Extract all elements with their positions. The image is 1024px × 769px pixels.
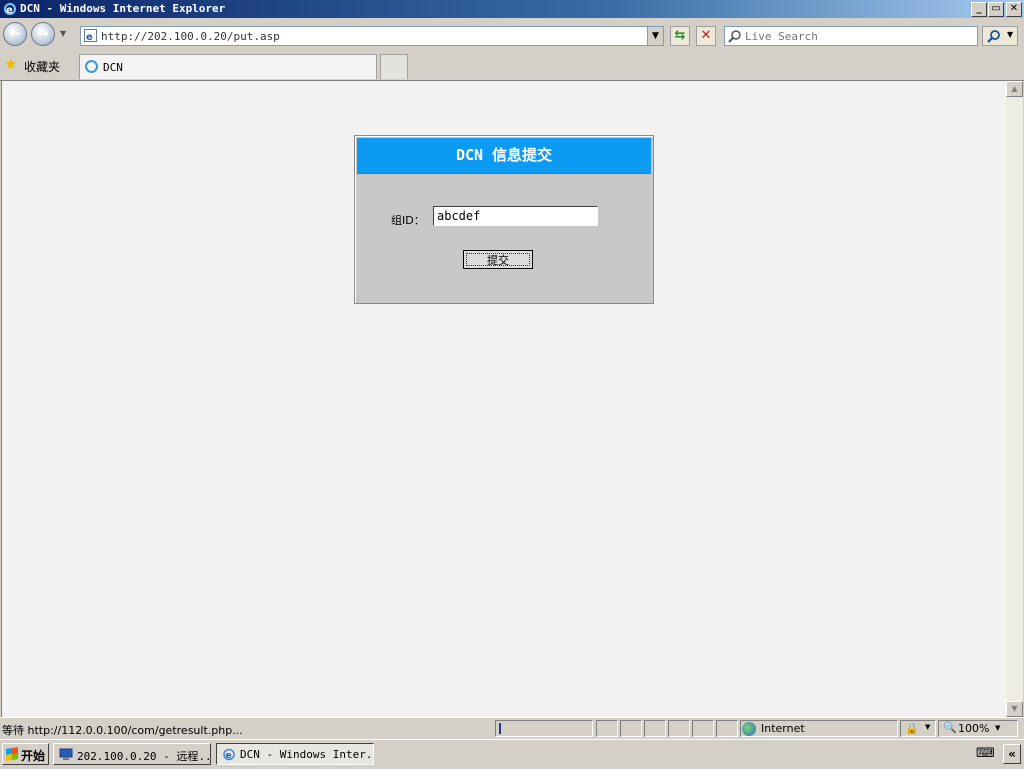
recent-pages-chevron-icon[interactable]: ▼	[60, 29, 66, 38]
submit-button[interactable]: 提交	[463, 250, 533, 269]
zoom-level: 100%	[958, 722, 990, 735]
taskbar-item-ie[interactable]: e DCN - Windows Inter...	[216, 743, 374, 765]
windows-logo-icon	[6, 747, 18, 761]
zoom-chevron-icon[interactable]: ▼	[995, 724, 1000, 732]
svg-text:e: e	[6, 5, 13, 16]
group-id-label: 组ID：	[391, 214, 425, 227]
search-options-chevron-icon[interactable]: ▼	[1007, 30, 1013, 39]
chevron-down-icon: ▼	[925, 723, 931, 731]
star-icon: ★	[4, 55, 18, 73]
panel-title: DCN 信息提交	[357, 138, 651, 174]
scroll-down-icon[interactable]: ▼	[1006, 701, 1023, 717]
protected-mode-pane[interactable]: 🔒 ▼	[900, 720, 936, 737]
remote-desktop-icon	[59, 748, 73, 760]
tab-page-icon	[85, 60, 98, 73]
start-button[interactable]: 开始	[2, 743, 49, 765]
address-toolbar: ← → ▼ e ▼ ⇆ ✕ ▼	[0, 18, 1024, 51]
minimize-button[interactable]: _	[971, 2, 987, 17]
status-pane-4	[668, 720, 690, 737]
ie-logo-icon: e	[4, 3, 16, 16]
address-bar[interactable]: e ▼	[80, 26, 664, 46]
status-pane-1	[596, 720, 618, 737]
status-bar: 等待 http://112.0.0.100/com/getresult.php.…	[0, 717, 1024, 740]
keyboard-icon[interactable]: ⌨	[976, 746, 995, 761]
refresh-icon[interactable]: ⇆	[670, 26, 690, 46]
back-button[interactable]: ←	[3, 22, 27, 46]
taskbar-item-label: DCN - Windows Inter...	[240, 748, 374, 761]
address-dropdown-icon[interactable]: ▼	[647, 27, 663, 45]
favorites-label: 收藏夹	[24, 60, 61, 74]
search-input[interactable]	[745, 28, 973, 44]
security-zone: Internet	[761, 722, 805, 735]
progress-pane	[495, 720, 593, 737]
system-tray[interactable]: ⌨	[972, 743, 1000, 765]
window-title: DCN - Windows Internet Explorer	[20, 2, 226, 15]
progress-indicator	[499, 723, 501, 734]
tab-bar: ★ 收藏夹 DCN	[0, 51, 1024, 81]
new-tab-button[interactable]	[380, 54, 408, 79]
stop-icon[interactable]: ✕	[696, 26, 716, 46]
taskbar: 开始 202.100.0.20 - 远程... e DCN - Windows …	[0, 739, 1024, 769]
status-text: 等待 http://112.0.0.100/com/getresult.php.…	[2, 724, 243, 737]
scroll-up-icon[interactable]: ▲	[1006, 81, 1023, 97]
search-go-button[interactable]: ▼	[982, 26, 1018, 46]
magnifier-icon	[987, 30, 1000, 43]
close-button[interactable]: ✕	[1006, 2, 1022, 17]
show-hidden-icons-button[interactable]: «	[1003, 744, 1021, 764]
start-label: 开始	[21, 749, 46, 763]
title-bar: e DCN - Windows Internet Explorer _ ▭ ✕	[0, 0, 1024, 18]
status-pane-5	[692, 720, 714, 737]
status-pane-6	[716, 720, 738, 737]
zoom-icon: 🔍	[943, 721, 957, 734]
tab-label: DCN	[103, 61, 123, 74]
address-input[interactable]	[101, 28, 641, 44]
status-pane-3	[644, 720, 666, 737]
status-pane-2	[620, 720, 642, 737]
search-box[interactable]	[724, 26, 978, 46]
taskbar-item-label: 202.100.0.20 - 远程...	[77, 750, 211, 763]
search-icon	[728, 30, 741, 43]
tab-dcn[interactable]: DCN	[79, 54, 377, 79]
svg-text:e: e	[86, 32, 93, 42]
globe-icon	[742, 722, 756, 736]
group-id-input[interactable]	[433, 206, 598, 226]
svg-text:e: e	[226, 751, 232, 761]
taskbar-item-remote[interactable]: 202.100.0.20 - 远程...	[53, 743, 211, 765]
lock-icon: 🔒	[905, 722, 919, 735]
restore-button[interactable]: ▭	[988, 2, 1004, 17]
submit-panel: DCN 信息提交 组ID： 提交	[354, 135, 654, 304]
page-icon: e	[84, 29, 97, 42]
forward-button[interactable]: →	[31, 22, 55, 46]
vertical-scrollbar[interactable]: ▲ ▼	[1006, 81, 1023, 717]
ie-icon: e	[223, 748, 235, 761]
